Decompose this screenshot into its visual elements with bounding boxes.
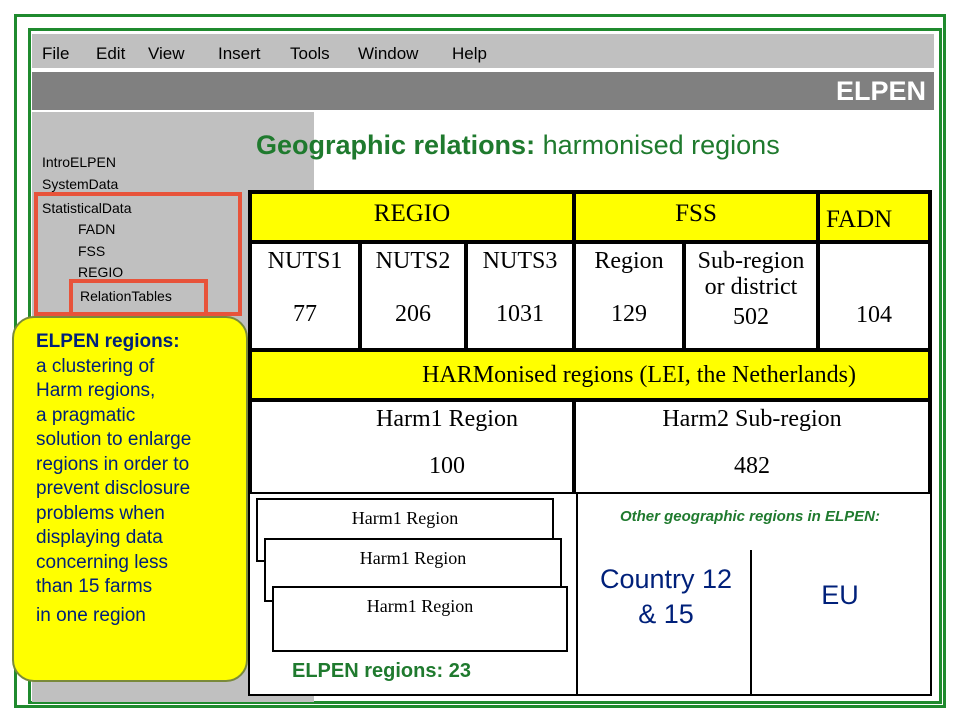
page-title-bold: Geographic relations: bbox=[256, 130, 536, 160]
group-regio: REGIO bbox=[250, 192, 574, 242]
elpen-regions-count: ELPEN regions: 23 bbox=[292, 660, 471, 682]
level-fadn-region: 104 bbox=[818, 242, 930, 350]
country-label: Country 12 & 15 bbox=[599, 564, 733, 629]
level-nuts2: NUTS2 206 bbox=[360, 242, 466, 350]
harm2-cell: Harm2 Sub-region 482 bbox=[574, 400, 930, 494]
sidebar-item-systemdata[interactable]: SystemData bbox=[42, 176, 118, 192]
sidebar-item-introelpen[interactable]: IntroELPEN bbox=[42, 154, 116, 170]
bottom-divider bbox=[576, 494, 578, 696]
level-region: Region 129 bbox=[574, 242, 684, 350]
level-nuts3: NUTS3 1031 bbox=[466, 242, 574, 350]
other-regions-label: Other geographic regions in ELPEN: bbox=[619, 508, 881, 525]
menu-insert[interactable]: Insert bbox=[218, 44, 261, 64]
callout-line: displaying data bbox=[36, 527, 163, 548]
callout-line: in one region bbox=[36, 604, 146, 626]
country-eu-divider bbox=[750, 550, 752, 696]
page-title-rest: harmonised regions bbox=[535, 130, 780, 160]
callout-line: solution to enlarge bbox=[36, 429, 192, 450]
callout-line: Harm regions, bbox=[36, 380, 156, 401]
menu-view[interactable]: View bbox=[148, 44, 185, 64]
title-bar: ELPEN bbox=[32, 72, 934, 110]
callout-line: prevent disclosure bbox=[36, 478, 191, 499]
menu-help[interactable]: Help bbox=[452, 44, 487, 64]
callout-line: regions in order to bbox=[36, 453, 190, 475]
menu-edit[interactable]: Edit bbox=[96, 44, 125, 64]
level-nuts1: NUTS1 77 bbox=[250, 242, 360, 350]
elpen-regions-callout: ELPEN regions: a clustering of Harm regi… bbox=[12, 316, 248, 682]
callout-line: a pragmatic bbox=[36, 404, 136, 426]
app-title: ELPEN bbox=[835, 76, 926, 106]
relation-tables-highlight bbox=[69, 279, 208, 319]
level-subregion: Sub-region or district 502 bbox=[684, 242, 818, 350]
harmonised-header: HARMonised regions (LEI, the Netherlands… bbox=[250, 350, 930, 400]
callout-line: concerning less bbox=[36, 551, 169, 573]
menu-file[interactable]: File bbox=[42, 44, 69, 64]
page-title: Geographic relations: harmonised regions bbox=[256, 130, 780, 161]
menu-window[interactable]: Window bbox=[358, 44, 418, 64]
callout-line: a clustering of bbox=[36, 355, 155, 377]
callout-text: ELPEN regions: a clustering of Harm regi… bbox=[36, 330, 246, 628]
group-fadn: FADN bbox=[818, 192, 930, 242]
harm1-cell: Harm1 Region 100 bbox=[250, 400, 574, 494]
menu-tools[interactable]: Tools bbox=[290, 44, 330, 64]
callout-line: than 15 farms bbox=[36, 576, 153, 597]
eu-label: EU bbox=[821, 580, 859, 610]
group-fss: FSS bbox=[574, 192, 818, 242]
harm1-stack-card-3: Harm1 Region bbox=[272, 586, 568, 652]
callout-line: problems when bbox=[36, 502, 165, 524]
menu-bar: File Edit View Insert Tools Window Help bbox=[32, 34, 934, 70]
callout-title: ELPEN regions: bbox=[36, 331, 180, 352]
